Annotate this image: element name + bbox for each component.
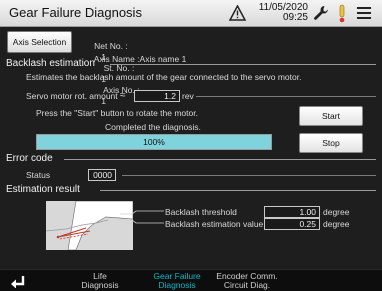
start-button[interactable]: Start <box>299 106 363 126</box>
approx-symbol: ≈ <box>120 90 126 101</box>
time-text: 09:25 <box>282 12 308 23</box>
divider <box>196 96 376 97</box>
divider <box>64 159 376 160</box>
rot-amount-unit: rev <box>182 91 194 101</box>
axis-selection-button[interactable]: Axis Selection <box>7 31 72 53</box>
divider <box>100 190 376 191</box>
title-bar: Gear Failure Diagnosis 11/05/2020 09:25 <box>0 0 382 27</box>
tab-label-line2: Diagnosis <box>158 280 196 290</box>
estimate-label: Backlash estimation value <box>165 219 264 229</box>
error-code-section-title: Error code <box>6 153 53 164</box>
estimate-value: 0.25 <box>264 218 320 230</box>
status-label: Status <box>26 170 51 180</box>
datetime: 11/05/2020 09:25 <box>250 3 308 23</box>
backlash-section-title: Backlash estimation <box>6 58 95 69</box>
progress-bar: 100% <box>36 134 272 150</box>
signal-icon[interactable] <box>337 4 347 23</box>
tab-life-diagnosis[interactable]: Life Diagnosis <box>78 270 122 291</box>
threshold-label: Backlash threshold <box>165 207 237 217</box>
divider <box>122 175 376 176</box>
page-title: Gear Failure Diagnosis <box>9 5 142 20</box>
threshold-unit: degree <box>323 207 350 217</box>
axis-name-value: Axis name 1 <box>139 54 187 64</box>
tab-label-line2: Circuit Diag. <box>223 280 271 290</box>
status-value: 0000 <box>88 169 116 181</box>
estimate-unit: degree <box>323 219 350 229</box>
back-icon[interactable] <box>10 274 28 288</box>
menu-icon[interactable] <box>356 6 372 20</box>
axis-info: Net No. : 1 St. No. : 1 Axis No. : 1 Axi… <box>80 30 187 106</box>
rot-amount-value: 1.2 <box>134 90 180 102</box>
warning-icon[interactable] <box>229 5 246 21</box>
start-instruction: Press the "Start" button to rotate the m… <box>36 108 198 118</box>
estimation-section-title: Estimation result <box>6 184 80 195</box>
wrench-icon[interactable] <box>313 5 329 21</box>
backlash-description: Estimates the backlash amount of the gea… <box>26 72 302 82</box>
net-no-label: Net No. : <box>94 41 128 51</box>
divider <box>110 64 376 65</box>
tab-gear-failure-diagnosis[interactable]: Gear Failure Diagnosis <box>148 270 206 291</box>
leader-lines <box>120 210 164 224</box>
tab-label-line2: Diagnosis <box>81 280 119 290</box>
threshold-value: 1.00 <box>264 206 320 218</box>
stop-button[interactable]: Stop <box>299 133 363 153</box>
tab-encoder-comm-circuit-diag[interactable]: Encoder Comm. Circuit Diag. <box>214 270 280 291</box>
axis-name-label: Axis Name : <box>93 54 140 64</box>
bottom-nav-bar: Life Diagnosis Gear Failure Diagnosis En… <box>0 269 382 291</box>
rot-amount-label: Servo motor rot. amount <box>26 91 118 101</box>
diagnosis-status-text: Completed the diagnosis. <box>105 122 201 132</box>
progress-label: 100% <box>143 137 165 147</box>
screen: Gear Failure Diagnosis 11/05/2020 09:25 … <box>0 0 382 291</box>
